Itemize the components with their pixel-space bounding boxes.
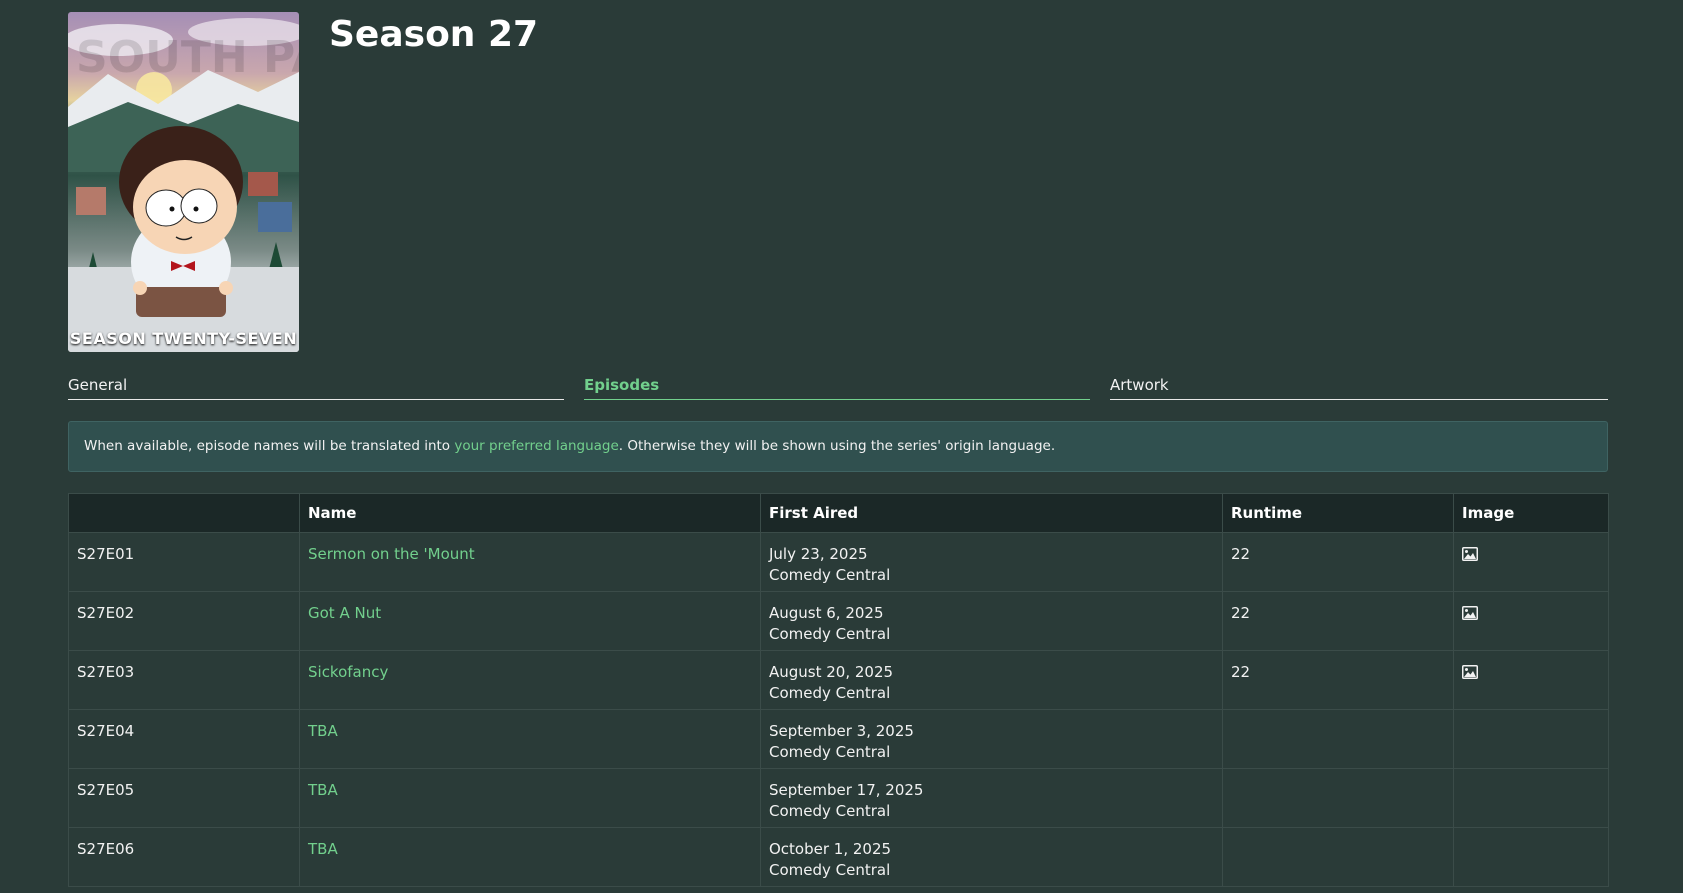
episode-air-date: August 6, 2025 xyxy=(769,604,884,622)
image-icon[interactable] xyxy=(1462,547,1478,561)
episode-first-aired: August 20, 2025 Comedy Central xyxy=(760,650,1223,710)
episode-first-aired: September 3, 2025 Comedy Central xyxy=(760,709,1223,769)
episode-code: S27E03 xyxy=(68,650,300,710)
episode-name-link[interactable]: Sickofancy xyxy=(308,663,388,681)
page-title: Season 27 xyxy=(329,14,539,55)
table-row: S27E04 TBA September 3, 2025 Comedy Central xyxy=(68,709,1609,769)
episode-name-link[interactable]: TBA xyxy=(308,722,338,740)
notice-text-after: . Otherwise they will be shown using the… xyxy=(618,438,1056,454)
episode-code: S27E04 xyxy=(68,709,300,769)
notice-text-before: When available, episode names will be tr… xyxy=(84,438,455,454)
episode-image-cell xyxy=(1453,827,1609,887)
episode-air-date: August 20, 2025 xyxy=(769,663,894,681)
episode-name-link[interactable]: TBA xyxy=(308,781,338,799)
episodes-table: Name First Aired Runtime Image S27E01 Ser… xyxy=(68,493,1609,887)
tab-general[interactable]: General xyxy=(68,376,564,400)
episode-first-aired: September 17, 2025 Comedy Central xyxy=(760,768,1223,828)
episode-air-date: July 23, 2025 xyxy=(769,545,868,563)
episode-code: S27E01 xyxy=(68,532,300,592)
episode-image-cell xyxy=(1453,709,1609,769)
episode-first-aired: July 23, 2025 Comedy Central xyxy=(760,532,1223,592)
column-header-runtime[interactable]: Runtime xyxy=(1222,493,1454,533)
episode-network: Comedy Central xyxy=(769,625,891,643)
tab-artwork[interactable]: Artwork xyxy=(1110,376,1608,400)
episode-network: Comedy Central xyxy=(769,802,891,820)
preferred-language-link[interactable]: your preferred language xyxy=(454,438,618,454)
episode-image-cell xyxy=(1453,650,1609,710)
episode-network: Comedy Central xyxy=(769,566,891,584)
image-icon[interactable] xyxy=(1462,665,1478,679)
episode-name-link[interactable]: TBA xyxy=(308,840,338,858)
column-header-image[interactable]: Image xyxy=(1453,493,1609,533)
poster-caption: SEASON TWENTY-SEVEN xyxy=(69,329,298,348)
table-row: S27E05 TBA September 17, 2025 Comedy Centra… xyxy=(68,768,1609,828)
column-header-name[interactable]: Name xyxy=(299,493,761,533)
episode-runtime xyxy=(1222,709,1454,769)
table-row: S27E01 Sermon on the 'Mount July 23, 2025 C… xyxy=(68,532,1609,592)
episode-first-aired: August 6, 2025 Comedy Central xyxy=(760,591,1223,651)
table-row: S27E02 Got A Nut August 6, 2025 Comedy Cent… xyxy=(68,591,1609,651)
table-row: S27E03 Sickofancy August 20, 2025 Comedy Ce… xyxy=(68,650,1609,710)
episode-air-date: October 1, 2025 xyxy=(769,840,892,858)
column-header-code xyxy=(68,493,300,533)
episode-name-cell: Sickofancy xyxy=(299,650,761,710)
episode-name-link[interactable]: Got A Nut xyxy=(308,604,381,622)
episode-network: Comedy Central xyxy=(769,743,891,761)
episode-network: Comedy Central xyxy=(769,861,891,879)
episode-first-aired: October 1, 2025 Comedy Central xyxy=(760,827,1223,887)
episode-name-cell: TBA xyxy=(299,709,761,769)
tab-episodes[interactable]: Episodes xyxy=(584,376,1090,400)
episode-runtime: 22 xyxy=(1222,650,1454,710)
episode-image-cell xyxy=(1453,768,1609,828)
episode-name-cell: TBA xyxy=(299,768,761,828)
episode-image-cell xyxy=(1453,591,1609,651)
translation-notice: When available, episode names will be tr… xyxy=(68,421,1608,472)
table-header-row: Name First Aired Runtime Image xyxy=(68,493,1609,533)
episode-code: S27E05 xyxy=(68,768,300,828)
table-row: S27E06 TBA October 1, 2025 Comedy Central xyxy=(68,827,1609,887)
episode-network: Comedy Central xyxy=(769,684,891,702)
image-icon[interactable] xyxy=(1462,606,1478,620)
episode-image-cell xyxy=(1453,532,1609,592)
episode-runtime: 22 xyxy=(1222,591,1454,651)
svg-text:SOUTH PARK: SOUTH PARK xyxy=(76,32,299,83)
episode-name-cell: Got A Nut xyxy=(299,591,761,651)
episode-air-date: September 3, 2025 xyxy=(769,722,914,740)
episode-runtime xyxy=(1222,768,1454,828)
episode-name-cell: Sermon on the 'Mount xyxy=(299,532,761,592)
episode-name-link[interactable]: Sermon on the 'Mount xyxy=(308,545,475,563)
episode-code: S27E02 xyxy=(68,591,300,651)
poster-artwork: SOUTH PARK xyxy=(68,18,299,352)
episode-name-cell: TBA xyxy=(299,827,761,887)
episode-runtime xyxy=(1222,827,1454,887)
season-poster[interactable]: SOUTH PARK SEASON TWENTY-SEVEN xyxy=(68,12,299,352)
column-header-first-aired[interactable]: First Aired xyxy=(760,493,1223,533)
episode-runtime: 22 xyxy=(1222,532,1454,592)
episode-code: S27E06 xyxy=(68,827,300,887)
episode-air-date: September 17, 2025 xyxy=(769,781,924,799)
